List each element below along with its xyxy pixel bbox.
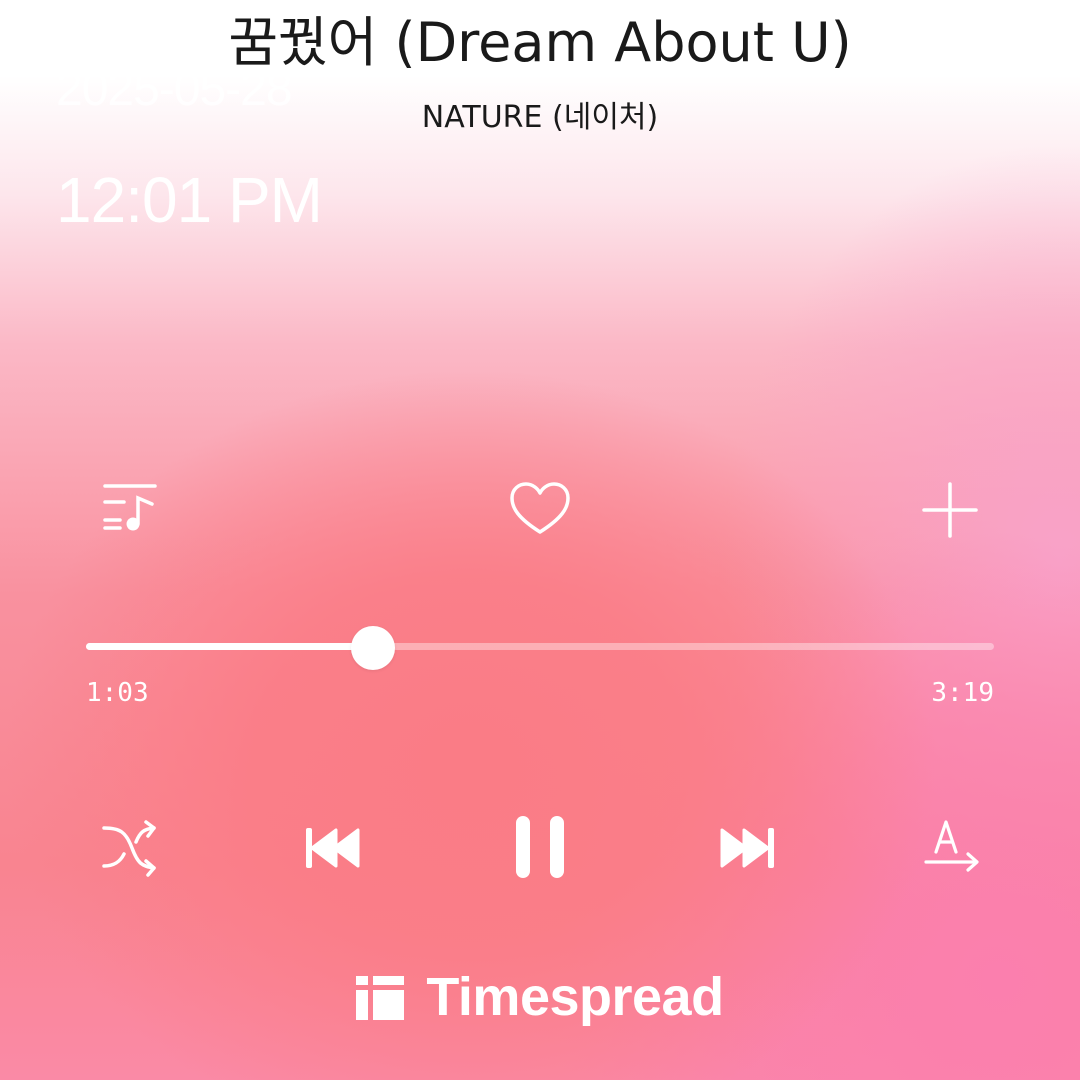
total-duration: 3:19: [931, 678, 994, 708]
shuffle-icon: [102, 820, 156, 877]
next-track-icon: [720, 828, 774, 868]
date-overlay: 2025-05-28: [56, 63, 293, 116]
playlist-button[interactable]: [100, 480, 160, 536]
previous-track-icon: [306, 828, 360, 868]
time-overlay: 12:01 PM: [56, 164, 323, 236]
playlist-music-icon: [103, 484, 157, 531]
progress-slider[interactable]: [86, 626, 994, 670]
like-button[interactable]: [508, 480, 572, 540]
next-button[interactable]: [714, 820, 780, 876]
timespread-logo-icon: [356, 976, 405, 1020]
heart-outline-icon: [510, 482, 570, 534]
progress-fill: [86, 643, 373, 650]
progress-thumb[interactable]: [351, 626, 395, 670]
pause-button[interactable]: [508, 812, 572, 882]
plus-icon: [922, 482, 978, 538]
pause-icon: [516, 816, 564, 878]
brand-name: Timespread: [426, 967, 724, 1027]
previous-button[interactable]: [300, 820, 366, 876]
lyrics-translate-button[interactable]: [922, 818, 982, 878]
translate-icon: [924, 820, 979, 872]
brand-watermark: Timespread: [0, 962, 1080, 1032]
add-to-playlist-button[interactable]: [920, 480, 980, 540]
elapsed-time: 1:03: [86, 678, 149, 708]
shuffle-button[interactable]: [100, 818, 160, 878]
